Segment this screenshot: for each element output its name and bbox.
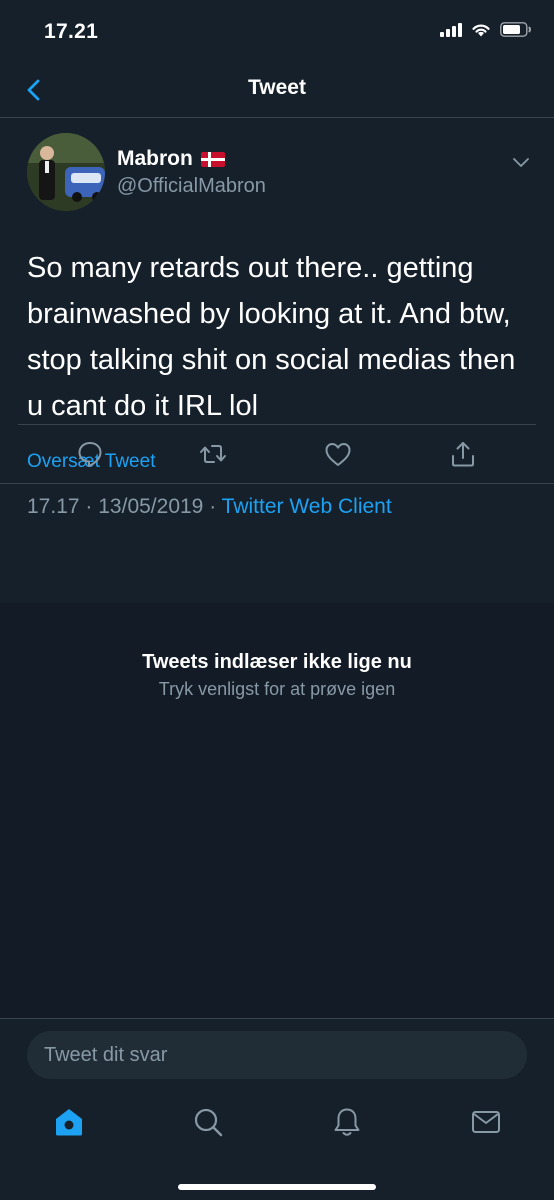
retweet-icon bbox=[200, 445, 226, 463]
reply-input[interactable] bbox=[27, 1031, 527, 1079]
error-title: Tweets indlæser ikke lige nu bbox=[142, 651, 412, 673]
back-button[interactable] bbox=[20, 75, 50, 105]
meta-separator: · bbox=[85, 495, 93, 518]
status-time: 17.21 bbox=[44, 20, 99, 43]
chevron-down-icon bbox=[513, 158, 529, 167]
tab-notifications[interactable] bbox=[331, 1106, 363, 1138]
tweet-source-link[interactable]: Twitter Web Client bbox=[222, 495, 392, 518]
reply-icon bbox=[78, 442, 102, 467]
tweet-text: So many retards out there.. getting brai… bbox=[27, 252, 516, 422]
replies-section[interactable]: Tweets indlæser ikke lige nu Tryk venlig… bbox=[0, 603, 554, 1018]
wifi-icon bbox=[472, 24, 490, 36]
notifications-icon bbox=[334, 1108, 360, 1136]
status-icons bbox=[440, 22, 532, 37]
reply-composer bbox=[0, 1018, 554, 1094]
tweet-actions bbox=[0, 425, 554, 483]
navigation-bar: Tweet bbox=[0, 66, 554, 118]
page-title: Tweet bbox=[248, 76, 306, 99]
retweet-button[interactable] bbox=[198, 439, 228, 469]
tweet-time: 17.17 bbox=[27, 495, 80, 518]
tab-home[interactable] bbox=[53, 1106, 85, 1138]
tab-search[interactable] bbox=[192, 1106, 224, 1138]
share-icon bbox=[452, 442, 474, 467]
status-bar: 17.21 bbox=[0, 0, 554, 66]
battery-icon bbox=[500, 22, 531, 37]
divider bbox=[0, 483, 554, 484]
avatar[interactable] bbox=[27, 133, 105, 211]
messages-icon bbox=[472, 1111, 500, 1133]
tweet-date: 13/05/2019 bbox=[98, 495, 204, 518]
home-indicator[interactable] bbox=[178, 1184, 376, 1190]
like-button[interactable] bbox=[323, 439, 353, 469]
search-icon bbox=[194, 1108, 223, 1137]
meta-separator: · bbox=[209, 495, 217, 518]
signal-icon bbox=[440, 22, 462, 37]
display-name-text: Mabron bbox=[117, 147, 193, 170]
chevron-left-icon bbox=[27, 79, 40, 101]
reply-button[interactable] bbox=[75, 439, 105, 469]
retry-text[interactable]: Tryk venligst for at prøve igen bbox=[0, 679, 554, 700]
display-name[interactable]: Mabron bbox=[117, 147, 225, 171]
tab-bar bbox=[0, 1094, 554, 1200]
tweet-options-button[interactable] bbox=[510, 151, 532, 173]
denmark-flag-icon bbox=[200, 151, 225, 167]
user-handle[interactable]: @OfficialMabron bbox=[117, 175, 266, 198]
tab-messages[interactable] bbox=[470, 1106, 502, 1138]
like-icon bbox=[325, 443, 351, 466]
tweet-meta: 17.17 · 13/05/2019 · Twitter Web Client bbox=[27, 495, 392, 519]
home-icon bbox=[56, 1109, 82, 1136]
share-button[interactable] bbox=[448, 439, 478, 469]
